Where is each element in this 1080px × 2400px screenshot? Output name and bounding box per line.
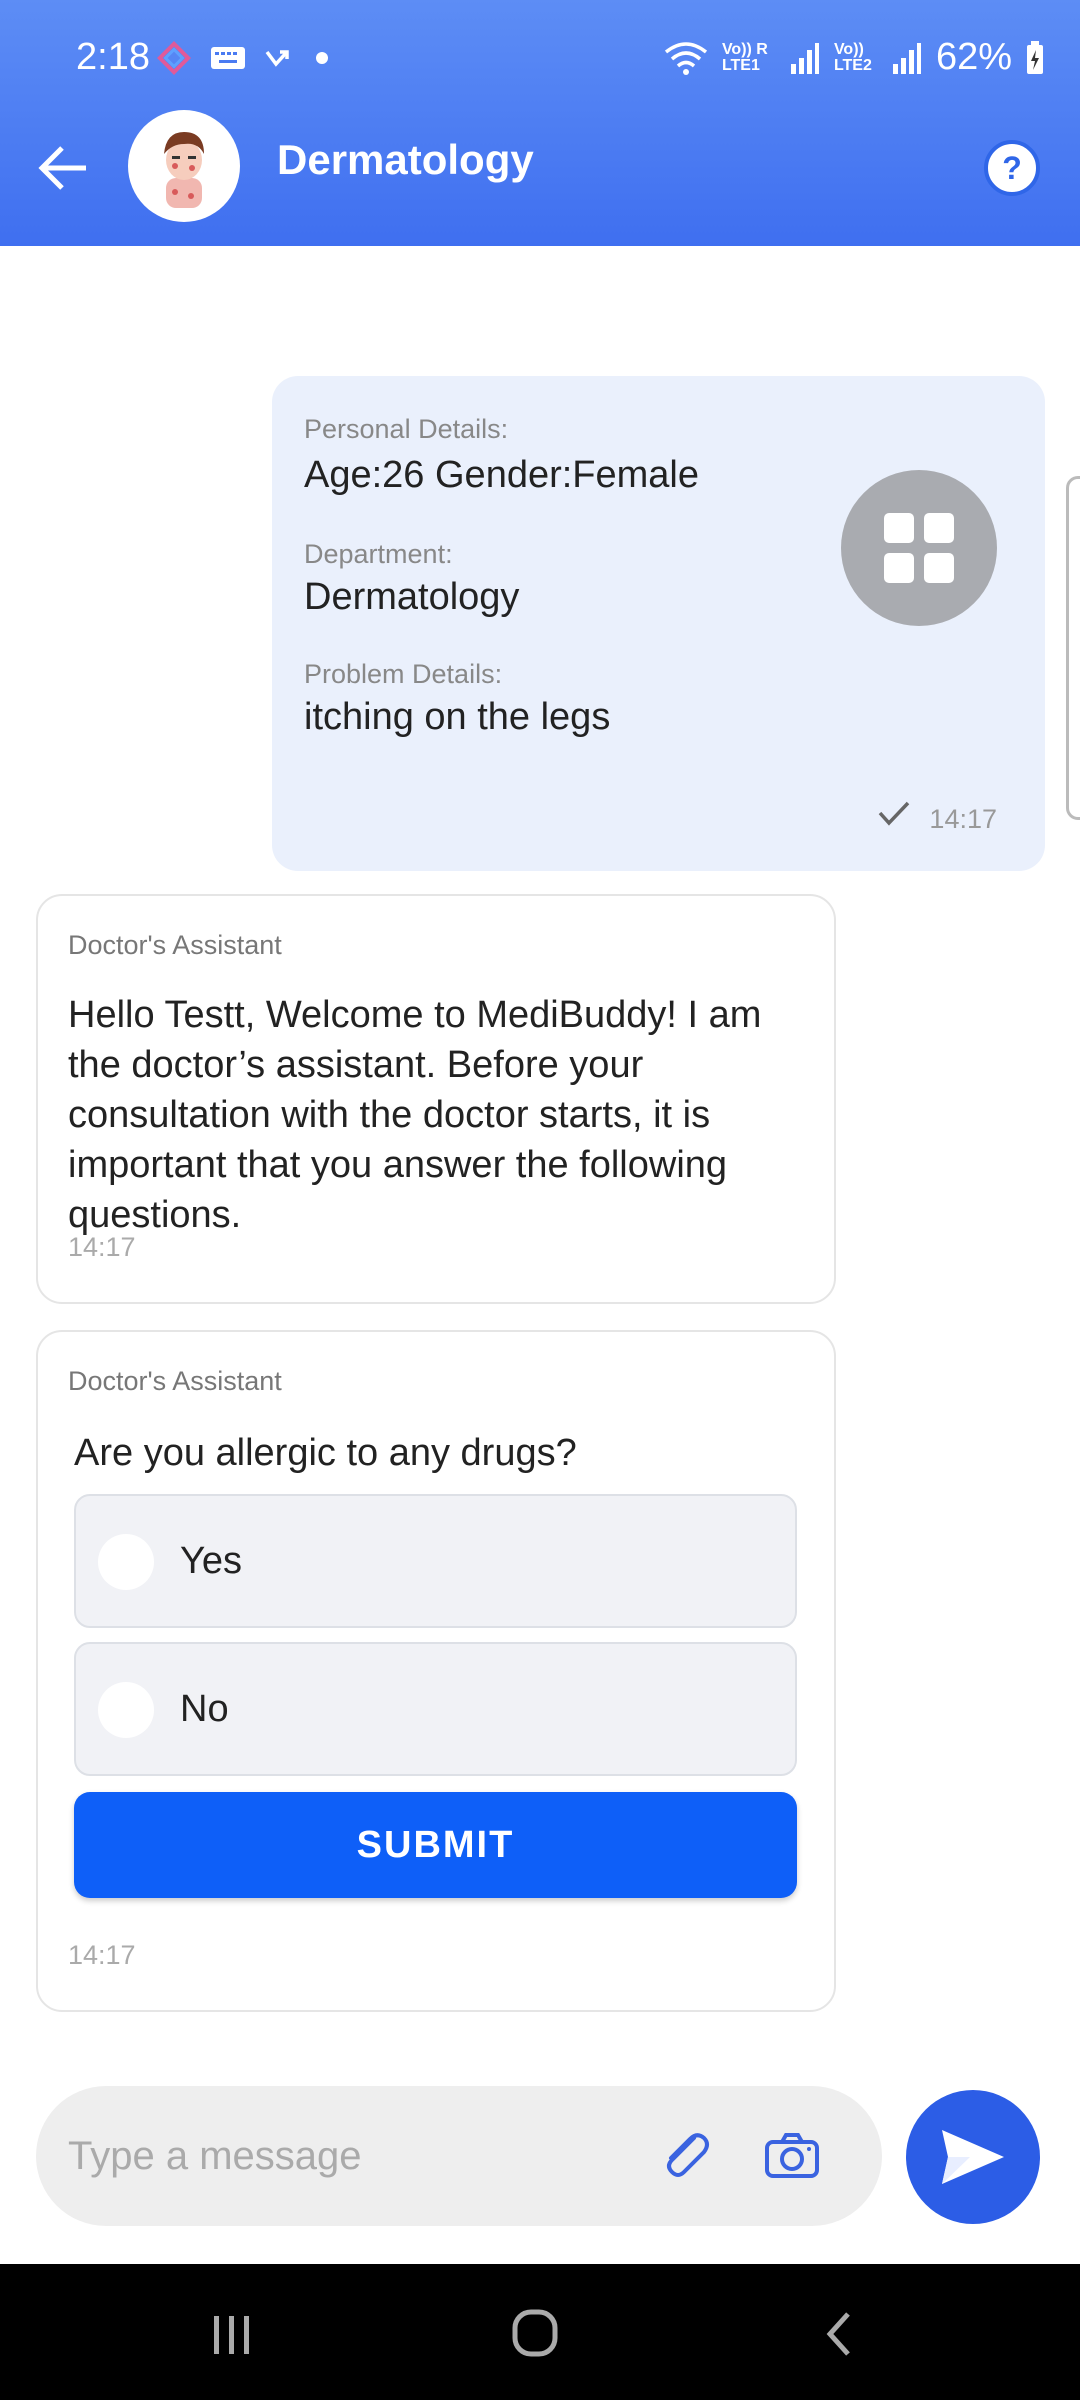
- status-time: 2:18: [76, 36, 150, 78]
- battery-percent: 62%: [935, 36, 1012, 78]
- camera-icon: [765, 2133, 819, 2178]
- personal-details-label: Personal Details:: [304, 414, 509, 444]
- welcome-message: Doctor's Assistant Hello Testt, Welcome …: [36, 894, 836, 1304]
- message-time: 14:17: [68, 1940, 136, 1970]
- status-right-icons: Vo)) R LTE1 Vo)) LTE2 62%: [664, 36, 1044, 79]
- status-bar: 2:18 Vo)) R LTE1 Vo)) LTE2 62%: [0, 0, 1080, 88]
- problem-details-label: Problem Details:: [304, 659, 503, 689]
- department-value: Dermatology: [304, 576, 520, 618]
- message-sender: Doctor's Assistant: [68, 930, 282, 960]
- arrow-left-icon: [38, 146, 86, 190]
- message-composer: [36, 2086, 882, 2226]
- radio-button[interactable]: [98, 1682, 154, 1738]
- back-button[interactable]: [34, 138, 94, 198]
- dermatology-illustration-icon: [164, 132, 204, 208]
- paperclip-icon: [667, 2133, 709, 2177]
- back-nav-button[interactable]: [800, 2302, 880, 2366]
- help-button[interactable]: ?: [984, 140, 1040, 196]
- chevron-left-icon: [826, 2312, 850, 2356]
- send-button[interactable]: [906, 2090, 1040, 2224]
- wifi-icon: [664, 41, 708, 75]
- option-label: No: [180, 1688, 229, 1730]
- sim1-label: Vo)) R LTE1: [721, 40, 768, 74]
- home-icon: [512, 2309, 558, 2357]
- option-yes[interactable]: Yes: [74, 1494, 797, 1628]
- recent-apps-icon: [214, 2316, 249, 2354]
- chat-area[interactable]: Personal Details: Age:26 Gender:Female D…: [0, 246, 1080, 2046]
- edge-panel-handle[interactable]: [1066, 476, 1080, 820]
- message-time: 14:17: [929, 804, 997, 834]
- home-button[interactable]: [495, 2302, 575, 2366]
- department-label: Department:: [304, 539, 453, 569]
- radio-button[interactable]: [98, 1534, 154, 1590]
- message-input[interactable]: [68, 2122, 628, 2190]
- app-header: Dermatology ?: [0, 88, 1080, 246]
- help-circle-icon: ?: [1002, 150, 1022, 186]
- send-icon: [942, 2130, 1004, 2184]
- signal-2-icon: [892, 42, 921, 74]
- option-no[interactable]: No: [74, 1642, 797, 1776]
- signal-1-icon: [790, 42, 819, 74]
- status-notification-icons: [156, 40, 330, 76]
- recent-apps-button[interactable]: [192, 2302, 272, 2366]
- missed-call-icon: [265, 50, 289, 67]
- system-navigation-bar: [0, 2264, 1080, 2400]
- page-title: Dermatology: [277, 136, 534, 183]
- option-label: Yes: [180, 1540, 242, 1582]
- problem-details-value: itching on the legs: [304, 696, 611, 738]
- user-details-message[interactable]: Personal Details: Age:26 Gender:Female D…: [272, 376, 1045, 871]
- submit-button[interactable]: SUBMIT: [74, 1792, 797, 1898]
- sim2-label: Vo)) LTE2: [833, 40, 872, 74]
- message-time: 14:17: [68, 1232, 136, 1262]
- sent-check-icon: [878, 801, 910, 826]
- question-message: Doctor's Assistant Are you allergic to a…: [36, 1330, 836, 2012]
- keyboard-icon: [211, 47, 245, 69]
- question-text: Are you allergic to any drugs?: [74, 1432, 577, 1474]
- camera-button[interactable]: [760, 2124, 824, 2188]
- app-notification-icon: [157, 41, 191, 75]
- attach-button[interactable]: [654, 2124, 718, 2188]
- message-sender: Doctor's Assistant: [68, 1366, 282, 1396]
- department-grid-icon: [841, 470, 997, 626]
- personal-details-value: Age:26 Gender:Female: [304, 454, 700, 496]
- battery-charging-icon: [1027, 40, 1043, 74]
- doctor-avatar: [128, 110, 240, 222]
- top-bar: 2:18 Vo)) R LTE1 Vo)) LTE2 62% Dermatolo…: [0, 0, 1080, 246]
- dot-icon: [316, 52, 328, 64]
- message-text: Hello Testt, Welcome to MediBuddy! I am …: [68, 994, 762, 1236]
